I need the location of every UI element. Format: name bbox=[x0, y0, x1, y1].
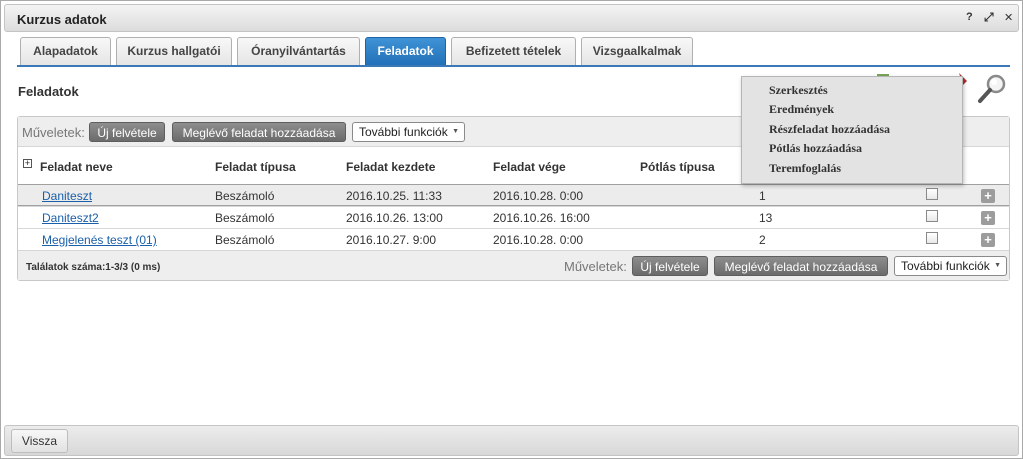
task-start: 2016.10.26. 13:00 bbox=[346, 211, 443, 225]
menu-item-add-makeup[interactable]: Pótlás hozzáadása bbox=[769, 141, 862, 156]
context-menu: Szerkesztés Eredmények Részfeladat hozzá… bbox=[741, 76, 963, 184]
table-row[interactable]: Daniteszt Beszámoló 2016.10.25. 11:33 20… bbox=[18, 184, 1009, 206]
more-functions-dropdown[interactable]: További funkciók ▼ bbox=[352, 122, 465, 142]
popout-icon[interactable]: ⤢ bbox=[984, 10, 994, 25]
more-functions-label: További funkciók bbox=[359, 125, 448, 139]
course-data-window: Kurzus adatok ? ⤢ ✕ Alapadatok Kurzus ha… bbox=[0, 0, 1023, 459]
footer-more-functions-dropdown[interactable]: További funkciók ▼ bbox=[894, 256, 1007, 276]
task-type: Beszámoló bbox=[215, 233, 275, 247]
row-expand-button[interactable]: + bbox=[981, 233, 995, 247]
row-checkbox[interactable] bbox=[926, 188, 938, 200]
menu-item-add-subtask[interactable]: Részfeladat hozzáadása bbox=[769, 122, 890, 137]
menu-item-edit[interactable]: Szerkesztés bbox=[769, 83, 828, 98]
tab-exam-dates[interactable]: Vizsgaalkalmak bbox=[581, 37, 693, 65]
search-magnifier-icon[interactable] bbox=[977, 73, 1007, 105]
task-count: 13 bbox=[759, 211, 773, 225]
grid-footer: Találatok száma:1-3/3 (0 ms) Műveletek: … bbox=[18, 250, 1009, 280]
close-icon[interactable]: ✕ bbox=[1004, 11, 1013, 24]
col-task-name[interactable]: Feladat neve bbox=[40, 160, 113, 174]
tab-underline bbox=[17, 65, 1010, 67]
footer-add-existing-task-button[interactable]: Meglévő feladat hozzáadása bbox=[714, 256, 888, 276]
col-task-type[interactable]: Feladat típusa bbox=[215, 160, 296, 174]
tab-attendance[interactable]: Óranyilvántartás bbox=[237, 37, 360, 65]
results-count: Találatok száma:1-3/3 (0 ms) bbox=[26, 262, 161, 273]
actions-label: Műveletek: bbox=[22, 125, 85, 140]
help-icon[interactable]: ? bbox=[966, 11, 973, 23]
menu-item-results[interactable]: Eredmények bbox=[769, 102, 834, 117]
row-expand-button[interactable]: + bbox=[981, 211, 995, 225]
footer-more-functions-label: További funkciók bbox=[901, 259, 990, 273]
task-type: Beszámoló bbox=[215, 211, 275, 225]
row-checkbox[interactable] bbox=[926, 210, 938, 222]
window-titlebar: Kurzus adatok ? ⤢ ✕ bbox=[4, 4, 1019, 32]
caret-down-icon: ▼ bbox=[452, 128, 459, 135]
task-end: 2016.10.28. 0:00 bbox=[493, 189, 584, 203]
section-title: Feladatok bbox=[18, 84, 79, 99]
task-count: 2 bbox=[759, 233, 766, 247]
task-end: 2016.10.26. 16:00 bbox=[493, 211, 590, 225]
col-task-end[interactable]: Feladat vége bbox=[493, 160, 566, 174]
table-row[interactable]: Megjelenés teszt (01) Beszámoló 2016.10.… bbox=[18, 228, 1009, 250]
task-name-link[interactable]: Daniteszt bbox=[42, 189, 92, 203]
caret-down-icon: ▼ bbox=[994, 262, 1001, 269]
task-name-link[interactable]: Megjelenés teszt (01) bbox=[42, 233, 157, 247]
tab-basic-data[interactable]: Alapadatok bbox=[20, 37, 111, 65]
expand-all-icon[interactable]: + bbox=[23, 159, 32, 168]
task-start: 2016.10.27. 9:00 bbox=[346, 233, 437, 247]
table-row[interactable]: Daniteszt2 Beszámoló 2016.10.26. 13:00 2… bbox=[18, 206, 1009, 228]
row-expand-button[interactable]: + bbox=[981, 189, 995, 203]
task-type: Beszámoló bbox=[215, 189, 275, 203]
footer-new-task-button[interactable]: Új felvétele bbox=[632, 256, 708, 276]
task-count: 1 bbox=[759, 189, 766, 203]
col-task-start[interactable]: Feladat kezdete bbox=[346, 160, 435, 174]
footer-actions-label: Műveletek: bbox=[564, 259, 627, 274]
new-task-button[interactable]: Új felvétele bbox=[89, 122, 165, 142]
task-start: 2016.10.25. 11:33 bbox=[346, 189, 442, 203]
add-existing-task-button[interactable]: Meglévő feladat hozzáadása bbox=[172, 122, 346, 142]
tab-course-students[interactable]: Kurzus hallgatói bbox=[116, 37, 232, 65]
bottom-bar: Vissza bbox=[4, 425, 1019, 456]
tab-tasks[interactable]: Feladatok bbox=[365, 37, 446, 65]
tab-paid-items[interactable]: Befizetett tételek bbox=[451, 37, 576, 65]
row-checkbox[interactable] bbox=[926, 232, 938, 244]
back-button[interactable]: Vissza bbox=[11, 429, 68, 453]
col-makeup-type[interactable]: Pótlás típusa bbox=[640, 160, 715, 174]
menu-item-room-booking[interactable]: Teremfoglalás bbox=[769, 161, 841, 176]
window-title: Kurzus adatok bbox=[17, 12, 107, 27]
task-name-link[interactable]: Daniteszt2 bbox=[42, 211, 99, 225]
task-end: 2016.10.28. 0:00 bbox=[493, 233, 584, 247]
